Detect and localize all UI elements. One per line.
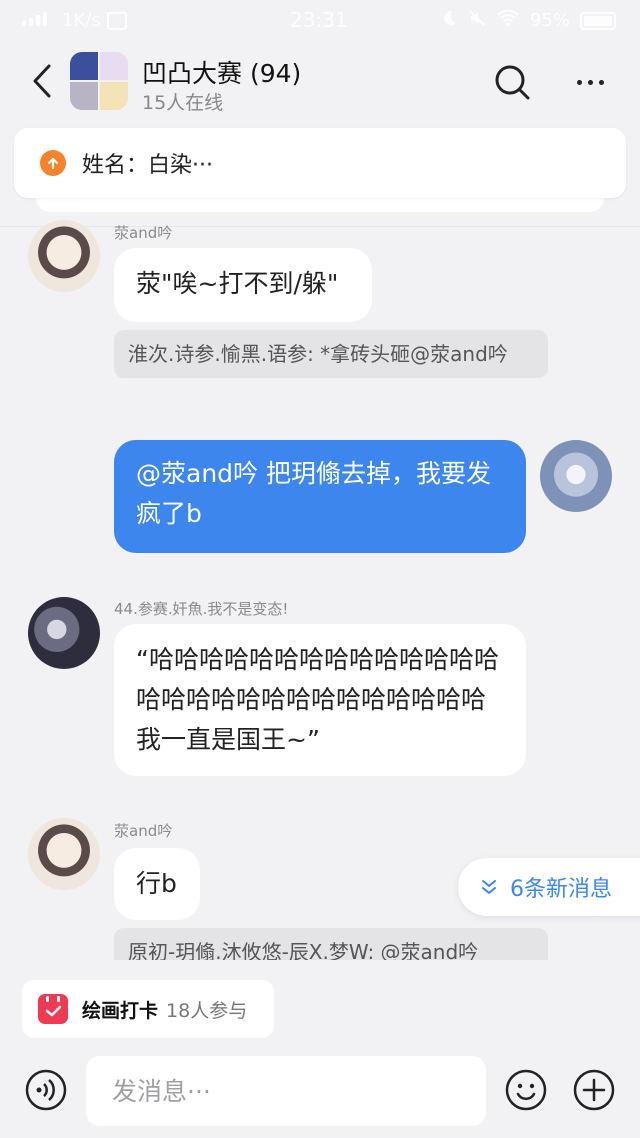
status-bar: 1K/s 23:31 95% bbox=[0, 0, 640, 40]
signal-icon bbox=[22, 10, 56, 31]
search-icon bbox=[495, 65, 530, 100]
more-dot bbox=[587, 79, 593, 85]
sender-avatar[interactable] bbox=[28, 818, 100, 890]
plus-icon bbox=[573, 1069, 615, 1111]
group-avatar-tile bbox=[100, 82, 128, 110]
sender-avatar[interactable] bbox=[28, 597, 100, 669]
wifi-icon bbox=[496, 9, 520, 32]
notice-text: 姓名：白染··· bbox=[82, 153, 213, 178]
chat-header: 凹凸大赛 (94) 15人在线 bbox=[0, 40, 640, 122]
clock: 23:31 bbox=[290, 8, 348, 32]
hd-icon bbox=[106, 11, 127, 30]
group-title[interactable]: 凹凸大赛 (94) bbox=[142, 54, 301, 90]
new-messages-label: 6条新消息 bbox=[510, 877, 612, 902]
message-bubble[interactable]: 荥"唉~打不到/躲" bbox=[114, 248, 372, 322]
message-bubble[interactable]: 行b bbox=[114, 848, 200, 920]
header-divider bbox=[0, 226, 640, 227]
voice-button[interactable] bbox=[24, 1068, 68, 1112]
group-avatar-tile bbox=[70, 82, 98, 110]
mute-icon bbox=[468, 9, 486, 32]
sender-name: 荥and吟 bbox=[114, 224, 173, 242]
activity-name: 绘画打卡 bbox=[82, 999, 159, 1022]
activity-count: 18人参与 bbox=[166, 999, 248, 1022]
message-bubble-self[interactable]: @荥and吟 把玥翛去掉，我要发疯了b bbox=[114, 440, 526, 553]
moon-icon bbox=[440, 9, 458, 32]
online-count: 15人在线 bbox=[142, 92, 224, 114]
add-button[interactable] bbox=[572, 1068, 616, 1112]
double-chevron-down-icon bbox=[482, 880, 496, 894]
upload-arrow-icon bbox=[40, 150, 66, 176]
smiley-icon bbox=[505, 1069, 547, 1111]
more-dot bbox=[576, 79, 582, 85]
pinned-notice[interactable]: 姓名：白染··· bbox=[14, 128, 626, 198]
group-avatar[interactable] bbox=[70, 52, 128, 110]
group-avatar-tile bbox=[70, 52, 98, 80]
emoji-button[interactable] bbox=[504, 1068, 548, 1112]
status-right: 95% bbox=[440, 9, 616, 32]
back-button[interactable] bbox=[22, 58, 62, 104]
calendar-check-icon bbox=[38, 994, 68, 1024]
group-avatar-tile bbox=[100, 52, 128, 80]
sender-avatar[interactable] bbox=[28, 220, 100, 292]
voice-icon bbox=[25, 1069, 67, 1111]
search-button[interactable] bbox=[492, 62, 532, 102]
battery-level: 95% bbox=[529, 10, 570, 31]
activity-chip[interactable]: 绘画打卡 18人参与 bbox=[22, 980, 274, 1038]
more-dot bbox=[598, 79, 604, 85]
sender-name: 44.参赛.奸魚.我不是变态! bbox=[114, 600, 289, 618]
more-button[interactable] bbox=[570, 62, 610, 102]
network-speed: 1K/s bbox=[62, 10, 101, 31]
chevron-left-icon bbox=[33, 64, 51, 98]
reply-quote[interactable]: 淮次.诗参.愉黑.语参: *拿砖头砸@荥and吟 bbox=[114, 330, 548, 378]
status-left: 1K/s bbox=[22, 10, 127, 31]
message-input[interactable] bbox=[86, 1056, 486, 1126]
new-messages-button[interactable]: 6条新消息 bbox=[458, 858, 640, 916]
self-avatar[interactable] bbox=[540, 440, 612, 512]
battery-icon bbox=[580, 11, 616, 30]
message-bubble[interactable]: “哈哈哈哈哈哈哈哈哈哈哈哈哈哈哈哈哈哈哈哈哈哈哈哈哈哈哈哈我一直是国王~” bbox=[114, 624, 526, 776]
sender-name: 荥and吟 bbox=[114, 822, 173, 840]
